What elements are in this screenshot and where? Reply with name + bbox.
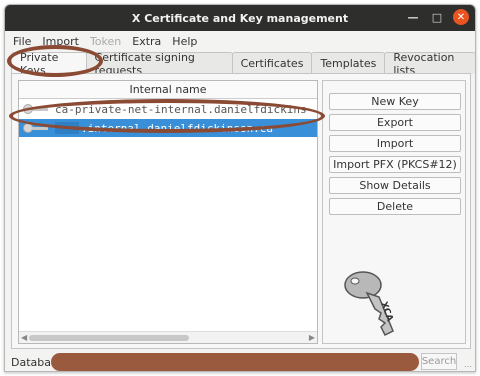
menu-bar: File Import Token Extra Help [5, 31, 475, 51]
key-icon [23, 123, 49, 133]
import-pfx-button[interactable]: Import PFX (PKCS#12) [329, 156, 461, 173]
private-keys-panel: Internal name ca-private-net-internal.da… [11, 73, 471, 349]
menu-file[interactable]: File [13, 35, 31, 48]
new-key-button[interactable]: New Key [329, 93, 461, 110]
list-item[interactable]: ca-private-net-internal.danielfdickins [19, 100, 317, 118]
menu-extra[interactable]: Extra [132, 35, 161, 48]
tab-private-keys[interactable]: Private Keys [11, 51, 87, 77]
key-list[interactable]: Internal name ca-private-net-internal.da… [18, 80, 318, 344]
scroll-left-icon[interactable]: ◀ [21, 333, 27, 342]
window-title: X Certificate and Key management [131, 11, 349, 25]
minimize-icon[interactable]: — [405, 9, 421, 25]
list-item-selected[interactable]: .internal.danielfdickinson.ca [19, 119, 317, 137]
database-path-redacted [51, 353, 419, 371]
tab-bar: Private Keys Certificate signing request… [11, 51, 475, 77]
xca-key-logo-icon: XCA [344, 271, 394, 337]
key-icon [23, 104, 49, 114]
action-buttons: New Key Export Import Import PFX (PKCS#1… [322, 80, 466, 344]
app-window: X Certificate and Key management — □ ✕ F… [4, 4, 476, 372]
tab-certificates[interactable]: Certificates [231, 52, 313, 74]
column-header-internal-name[interactable]: Internal name [19, 81, 317, 99]
scroll-right-icon[interactable]: ▶ [309, 333, 315, 342]
resize-grip-icon[interactable]: ⋯ [464, 362, 472, 371]
tab-certificate-signing-requests[interactable]: Certificate signing requests [85, 51, 233, 77]
tab-templates[interactable]: Templates [311, 52, 386, 74]
maximize-icon[interactable]: □ [429, 9, 445, 25]
close-icon[interactable]: ✕ [453, 9, 469, 25]
import-button[interactable]: Import [329, 135, 461, 152]
redaction-block [55, 122, 79, 134]
list-item-name: .internal.danielfdickinson.ca [81, 121, 274, 135]
menu-import[interactable]: Import [42, 35, 79, 48]
show-details-button[interactable]: Show Details [329, 177, 461, 194]
menu-token: Token [89, 34, 122, 48]
window-controls: — □ ✕ [405, 9, 469, 25]
search-button[interactable]: Search [421, 353, 457, 370]
list-item-name: ca-private-net-internal.danielfdickins [55, 102, 307, 116]
title-bar[interactable]: X Certificate and Key management — □ ✕ [5, 5, 475, 31]
tab-revocation-lists[interactable]: Revocation lists [384, 51, 475, 77]
horizontal-scrollbar[interactable]: ◀ ▶ [19, 331, 317, 343]
status-bar: Database Search ⋯ [5, 351, 475, 371]
export-button[interactable]: Export [329, 114, 461, 131]
delete-button[interactable]: Delete [329, 198, 461, 215]
scrollbar-thumb[interactable] [29, 335, 189, 341]
menu-help[interactable]: Help [172, 35, 197, 48]
